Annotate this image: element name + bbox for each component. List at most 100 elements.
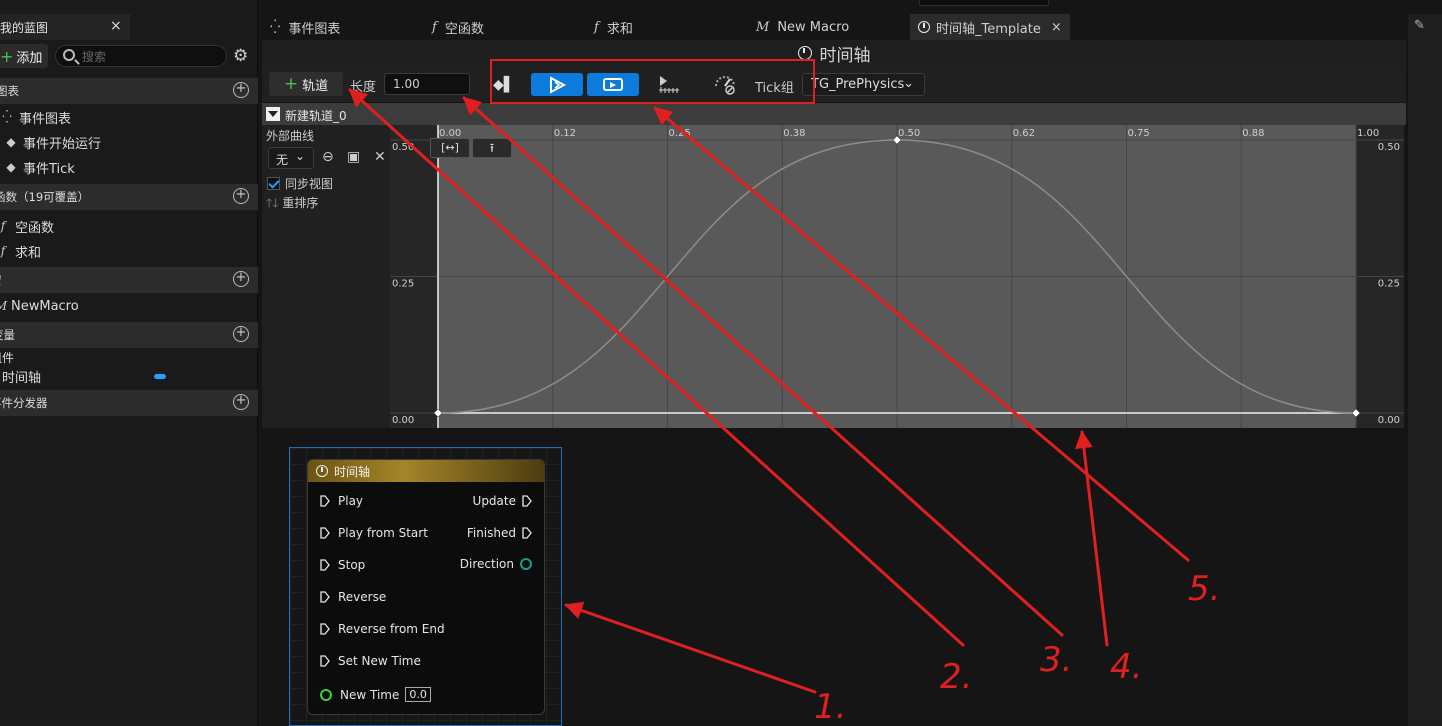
pin-label: Play bbox=[338, 494, 364, 508]
search-icon bbox=[63, 49, 75, 61]
pin-label: Play from Start bbox=[338, 526, 428, 540]
collapse-track-icon[interactable] bbox=[266, 107, 280, 121]
delete-track-icon[interactable]: ✕ bbox=[374, 149, 386, 165]
search-input[interactable]: 搜索 bbox=[55, 45, 227, 67]
browse-asset-icon[interactable]: ▣ bbox=[347, 149, 360, 165]
pin-direction[interactable]: Direction bbox=[460, 557, 532, 571]
sync-view-label: 同步视图 bbox=[285, 177, 334, 191]
add-button-label: 添加 bbox=[16, 50, 43, 66]
annotation-label-1: 1. bbox=[814, 687, 846, 726]
exec-pin-icon bbox=[320, 655, 330, 667]
add-macro-icon[interactable]: + bbox=[233, 271, 249, 287]
x-tick-label: 0.62 bbox=[1013, 128, 1035, 139]
tab-new-macro[interactable]: M New Macro bbox=[756, 14, 849, 40]
pin-label: New Time bbox=[340, 687, 400, 702]
pin-update[interactable]: Update bbox=[473, 494, 532, 508]
list-item-begin-play[interactable]: ◆ 事件开始运行 bbox=[0, 131, 101, 153]
section-functions-label: 函数（19可覆盖） bbox=[0, 190, 90, 204]
external-curve-dropdown[interactable]: 无 ⌄ bbox=[268, 147, 314, 169]
add-dispatcher-icon[interactable]: + bbox=[233, 394, 249, 410]
list-item-sum[interactable]: f 求和 bbox=[0, 240, 41, 262]
x-tick-label: 0.25 bbox=[669, 128, 691, 139]
close-icon[interactable]: × bbox=[1051, 20, 1062, 35]
pin-set-new-time[interactable]: Set New Time bbox=[320, 654, 421, 668]
reorder-label: 重排序 bbox=[282, 196, 319, 210]
event-graph-icon: ⁛ bbox=[2, 110, 12, 124]
new-time-input[interactable]: 0.0 bbox=[405, 687, 431, 702]
timeline-node[interactable]: 时间轴 Play Play from Start Stop Reverse Re… bbox=[307, 459, 545, 715]
y-tick-label-right: 0.25 bbox=[1378, 279, 1400, 290]
sync-view-checkbox[interactable]: 同步视图 bbox=[267, 175, 333, 192]
length-label: 长度 bbox=[350, 80, 377, 95]
pin-label: Direction bbox=[459, 557, 514, 571]
list-item-label: NewMacro bbox=[11, 298, 79, 314]
section-macros[interactable]: 宏 + bbox=[0, 267, 258, 293]
my-blueprint-tab-label: 我的蓝图 bbox=[0, 20, 49, 35]
section-event-dispatchers[interactable]: 事件分发器 + bbox=[0, 390, 258, 416]
add-track-button[interactable]: + 轨道 bbox=[269, 72, 343, 96]
list-item-empty-function[interactable]: f 空函数 bbox=[0, 215, 54, 237]
list-item-timeline-var[interactable]: 时间轴 bbox=[2, 365, 41, 387]
gear-icon[interactable]: ⚙ bbox=[233, 46, 248, 66]
macro-icon: M bbox=[756, 19, 770, 35]
list-item-new-macro[interactable]: M NewMacro bbox=[0, 295, 79, 317]
reorder-control[interactable]: 🡑🡓 重排序 bbox=[266, 194, 318, 215]
add-button[interactable]: + 添加 bbox=[0, 44, 48, 68]
pin-reverse-from-end[interactable]: Reverse from End bbox=[320, 622, 445, 636]
add-graph-icon[interactable]: + bbox=[233, 82, 249, 98]
exec-pin-icon bbox=[320, 623, 330, 635]
section-functions[interactable]: 函数（19可覆盖） + bbox=[0, 184, 258, 210]
x-tick-label: 0.50 bbox=[898, 128, 920, 139]
pin-reverse[interactable]: Reverse bbox=[320, 590, 386, 604]
annotation-highlight-box bbox=[490, 59, 815, 104]
my-blueprint-panel: 我的蓝图 × + 添加 搜索 ⚙ 图表 + ⁛ 事件图表 ◆ 事件开始运行 ◆ … bbox=[0, 0, 258, 726]
pin-label: Reverse from End bbox=[338, 622, 445, 636]
exec-pin-icon bbox=[320, 559, 330, 571]
plus-icon: + bbox=[283, 74, 299, 94]
curve-graph[interactable]: 0.00 0.12 0.25 0.38 0.50 0.62 0.75 0.88 1.00 0.50… bbox=[390, 125, 1404, 428]
list-item-label: 事件图表 bbox=[19, 111, 72, 127]
timeline-title: 时间轴 bbox=[819, 45, 871, 66]
list-item-label: 事件Tick bbox=[23, 161, 75, 177]
track-row[interactable]: 新建轨道_0 bbox=[262, 103, 1406, 125]
tab-event-graph[interactable]: ⁛ 事件图表 bbox=[270, 14, 340, 40]
add-variable-icon[interactable]: + bbox=[233, 326, 249, 342]
track-name[interactable]: 新建轨道_0 bbox=[285, 107, 347, 124]
length-input[interactable]: 1.00 bbox=[384, 73, 470, 95]
pin-play[interactable]: Play bbox=[320, 494, 363, 508]
my-blueprint-tab[interactable]: 我的蓝图 × bbox=[0, 14, 130, 40]
right-side-strip: ✎ bbox=[1408, 14, 1442, 726]
y-tick-label-right: 0.00 bbox=[1378, 415, 1400, 426]
zoom-to-fit-horizontal-button[interactable]: [↔] bbox=[430, 138, 470, 158]
tick-group-dropdown[interactable]: TG_PrePhysics ⌄ bbox=[802, 73, 925, 96]
add-function-icon[interactable]: + bbox=[233, 188, 249, 204]
list-item-event-graph[interactable]: ⁛ 事件图表 bbox=[0, 106, 71, 128]
annotation-arrow-1 bbox=[564, 601, 817, 694]
list-item-event-tick[interactable]: ◆ 事件Tick bbox=[0, 156, 75, 178]
pin-new-time[interactable]: New Time 0.0 bbox=[320, 687, 431, 702]
function-icon: f bbox=[594, 19, 599, 35]
tab-empty-function[interactable]: f 空函数 bbox=[432, 14, 484, 40]
track-settings: 外部曲线 无 ⌄ ⊖ ▣ ✕ 同步视图 🡑🡓 重排序 bbox=[262, 125, 390, 428]
plus-icon: + bbox=[0, 46, 14, 66]
tab-timeline-template[interactable]: 时间轴_Template × bbox=[910, 14, 1070, 40]
pin-stop[interactable]: Stop bbox=[320, 558, 365, 572]
pin-finished[interactable]: Finished bbox=[467, 526, 532, 540]
x-tick-label: 0.75 bbox=[1128, 128, 1150, 139]
timeline-header: 时间轴 bbox=[262, 40, 1406, 66]
node-title-bar[interactable]: 时间轴 bbox=[308, 460, 544, 482]
pin-label: Update bbox=[472, 494, 516, 508]
clock-icon bbox=[918, 21, 930, 33]
section-variables[interactable]: 变量 + bbox=[0, 322, 258, 348]
zoom-to-fit-vertical-button[interactable]: ⭱ bbox=[472, 138, 512, 158]
close-icon[interactable]: × bbox=[110, 18, 122, 34]
pin-play-from-start[interactable]: Play from Start bbox=[320, 526, 428, 540]
tab-sum[interactable]: f 求和 bbox=[594, 14, 633, 40]
use-selected-asset-icon[interactable]: ⊖ bbox=[322, 149, 334, 165]
section-variables-label: 变量 bbox=[0, 328, 15, 342]
pin-label: Set New Time bbox=[338, 654, 421, 668]
section-graphs[interactable]: 图表 + bbox=[0, 78, 258, 104]
editor-tabs: ⁛ 事件图表 f 空函数 f 求和 M New Macro 时间轴_Templa… bbox=[258, 12, 1406, 40]
checkbox-checked-icon bbox=[267, 177, 280, 190]
edit-icon[interactable]: ✎ bbox=[1414, 18, 1425, 33]
